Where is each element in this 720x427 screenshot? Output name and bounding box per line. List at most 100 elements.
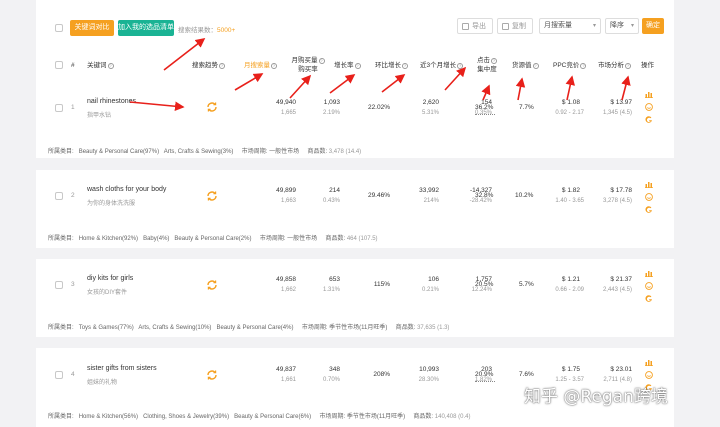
refresh-icon[interactable] [206, 369, 218, 381]
mom-growth-sub: 5.31% [421, 110, 439, 116]
buy-rate-value: 0.43% [322, 198, 340, 204]
ppc-value: $ 1.82 [561, 187, 580, 194]
category-link[interactable]: Beauty & Personal Care(97%) [79, 149, 159, 155]
supply-value: 7.7% [519, 104, 534, 111]
bar-chart-icon[interactable] [645, 358, 653, 366]
dotted-underline [475, 114, 495, 115]
col-keyword[interactable]: 关键词? [87, 61, 114, 70]
col-click-concentration[interactable]: 点击? 集中度 [472, 56, 502, 74]
click-concentration-value: 36.2% [475, 104, 494, 111]
market-price-value: $ 17.78 [610, 187, 632, 194]
col-market-analysis[interactable]: 市场分析? [598, 61, 631, 70]
select-all-checkbox[interactable] [55, 24, 63, 32]
keyword-translation: 姐妹的礼物 [87, 380, 118, 386]
header-panel: 关键词对比 加入我的选品清单 搜索结果数：5000+ 导出 复制 月搜索量 ▾ 降… [36, 0, 674, 158]
col-growth-rate[interactable]: 增长率? [334, 61, 361, 70]
add-to-list-button[interactable]: 加入我的选品清单 [118, 20, 174, 36]
smile-icon[interactable] [645, 103, 653, 111]
col-index: # [71, 62, 75, 69]
result-count: 搜索结果数：5000+ [178, 27, 236, 34]
category-link[interactable]: Toys & Games(77%) [79, 325, 134, 331]
goods-count: 37,635 (1.3) [417, 325, 450, 331]
bar-chart-icon[interactable] [645, 90, 653, 98]
category-link[interactable]: Home & Kitchen(56%) [79, 414, 138, 420]
col-monthly-search[interactable]: 月搜索量? [244, 61, 277, 70]
keyword-compare-button[interactable]: 关键词对比 [70, 20, 114, 36]
keyword-link[interactable]: sister gifts from sisters [87, 365, 157, 372]
category-link[interactable]: Beauty & Personal Care(6%) [234, 414, 311, 420]
google-icon[interactable] [645, 295, 653, 303]
col-mom-growth[interactable]: 环比增长? [375, 61, 408, 70]
col-supply-value[interactable]: 货源值? [512, 61, 539, 70]
confirm-button[interactable]: 确定 [642, 18, 664, 34]
sort-order-select[interactable]: 降序 ▾ [605, 18, 639, 34]
growth-rate-value: 22.02% [367, 104, 390, 111]
sort-field-select[interactable]: 月搜索量 ▾ [539, 18, 601, 34]
market-reviews-value: 3,278 (4.5) [602, 198, 632, 204]
monthly-buy-value: 348 [329, 366, 340, 373]
copy-button[interactable]: 复制 [497, 18, 533, 34]
ppc-range: 0.92 - 2.17 [555, 110, 584, 116]
smile-icon[interactable] [645, 193, 653, 201]
header-checkbox[interactable] [55, 61, 63, 69]
category-link[interactable]: Clothing, Shoes & Jewelry(39%) [143, 414, 229, 420]
col-trend[interactable]: 搜索趋势? [192, 61, 225, 70]
ppc-range: 0.66 - 2.09 [555, 287, 584, 293]
keyword-translation: 女孩的DIY套件 [87, 290, 128, 296]
supply-value: 5.7% [519, 281, 534, 288]
col-monthly-buy[interactable]: 月购买量? 购买率 [288, 56, 328, 74]
refresh-icon[interactable] [206, 101, 218, 113]
click-concentration-value: 20.9% [475, 371, 494, 378]
category-link[interactable]: Home & Kitchen(92%) [79, 236, 138, 242]
col-action: 操作 [641, 62, 654, 69]
keyword-link[interactable]: nail rhinestones [87, 98, 136, 105]
category-link[interactable]: Beauty & Personal Care(2%) [174, 236, 251, 242]
supply-value: 10.2% [515, 192, 534, 199]
goods-count: 464 (107.5) [346, 236, 378, 242]
smile-icon[interactable] [645, 371, 653, 379]
export-button[interactable]: 导出 [457, 18, 493, 34]
mom-growth-value: 2,620 [422, 99, 439, 106]
ppc-value: $ 1.75 [561, 366, 580, 373]
click-concentration-value: 32.8% [475, 192, 494, 199]
category-label: 所属类目: [48, 149, 74, 155]
row-checkbox[interactable] [55, 371, 63, 379]
keyword-link[interactable]: wash cloths for your body [87, 186, 166, 193]
goods-label: 商品数: [325, 236, 346, 242]
row-index: 2 [71, 192, 75, 199]
market-price-value: $ 21.37 [610, 276, 632, 283]
buy-rate-value: 1.31% [322, 287, 340, 293]
row-footer: 所属类目: Home & Kitchen(92%) Baby(4%) Beaut… [48, 233, 378, 242]
refresh-icon[interactable] [206, 190, 218, 202]
bar-chart-icon[interactable] [645, 180, 653, 188]
category-link[interactable]: Beauty & Personal Care(4%) [216, 325, 293, 331]
col-three-month-growth[interactable]: 近3个月增长? [420, 61, 464, 70]
monthly-search-value: 49,858 [276, 276, 296, 283]
row-checkbox[interactable] [55, 104, 63, 112]
row-footer: 所属类目: Toys & Games(77%) Arts, Crafts & S… [48, 322, 449, 331]
mom-growth-sub: 0.21% [421, 287, 439, 293]
buy-rate-value: 2.19% [322, 110, 340, 116]
monthly-search-sub: 1,665 [280, 110, 296, 116]
goods-label: 商品数: [307, 149, 328, 155]
google-icon[interactable] [645, 116, 653, 124]
row-checkbox[interactable] [55, 192, 63, 200]
category-label: 所属类目: [48, 236, 74, 242]
keyword-link[interactable]: diy kits for girls [87, 275, 133, 282]
col-ppc[interactable]: PPC竞价? [553, 61, 587, 70]
mom-growth-sub: 214% [423, 198, 439, 204]
refresh-icon[interactable] [206, 279, 218, 291]
category-link[interactable]: Arts, Crafts & Sewing(10%) [138, 325, 211, 331]
row-checkbox[interactable] [55, 281, 63, 289]
market-cycle: 市场周期: 季节性市场(11月旺季) [301, 325, 388, 331]
growth-rate-value: 115% [373, 281, 390, 288]
copy-icon [502, 23, 509, 30]
smile-icon[interactable] [645, 282, 653, 290]
category-link[interactable]: Baby(4%) [143, 236, 169, 242]
monthly-search-value: 49,940 [276, 99, 296, 106]
category-link[interactable]: Arts, Crafts & Sewing(3%) [164, 149, 234, 155]
google-icon[interactable] [645, 206, 653, 214]
bar-chart-icon[interactable] [645, 269, 653, 277]
row-index: 1 [71, 104, 75, 111]
mom-growth-value: 33,992 [419, 187, 439, 194]
